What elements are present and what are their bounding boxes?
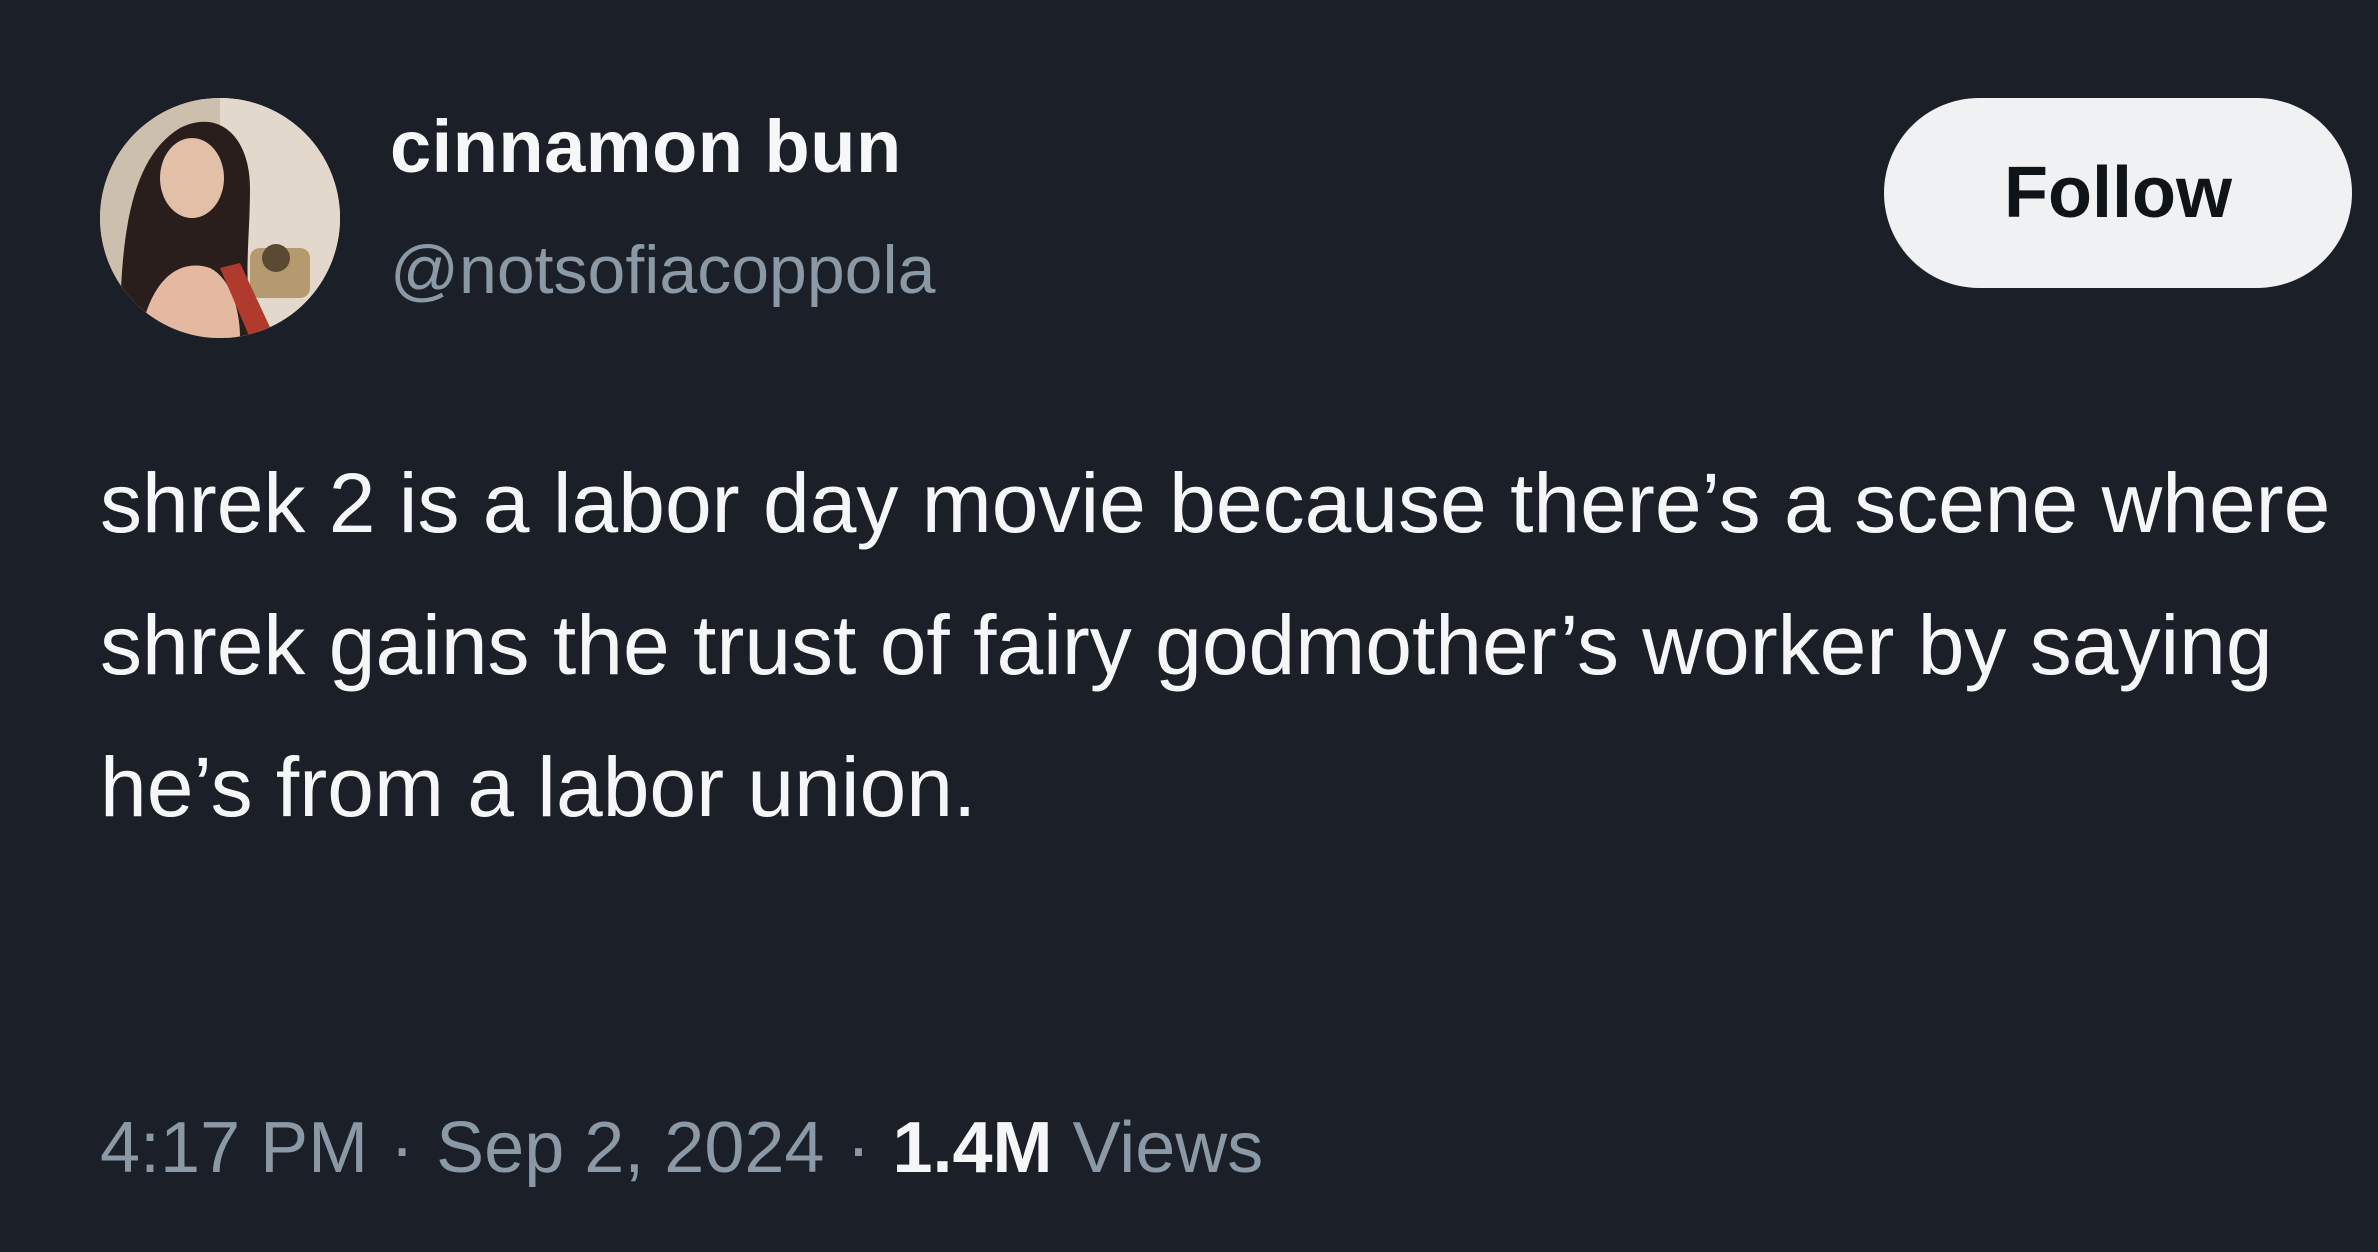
follow-button[interactable]: Follow	[1884, 98, 2352, 288]
display-name[interactable]: cinnamon bun	[390, 110, 902, 184]
tweet-meta: 4:17 PM · Sep 2, 2024 · 1.4M Views	[100, 1112, 1263, 1184]
tweet-text: shrek 2 is a labor day movie because the…	[100, 456, 2331, 834]
meta-separator: ·	[846, 1108, 871, 1188]
tweet-card: cinnamon bun @notsofiacoppola Follow shr…	[0, 0, 2378, 1252]
views-label[interactable]: Views	[1073, 1108, 1264, 1188]
meta-separator: ·	[390, 1108, 415, 1188]
tweet-time[interactable]: 4:17 PM	[100, 1108, 368, 1188]
tweet-date[interactable]: Sep 2, 2024	[436, 1108, 824, 1188]
avatar[interactable]	[100, 98, 340, 338]
user-handle[interactable]: @notsofiacoppola	[390, 236, 935, 304]
views-count[interactable]: 1.4M	[892, 1108, 1052, 1188]
avatar-image	[100, 98, 340, 338]
